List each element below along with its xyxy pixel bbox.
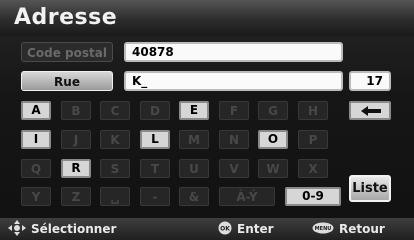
key-f[interactable]: F — [219, 101, 249, 120]
postal-code-button[interactable]: Code postal — [21, 42, 113, 62]
list-button[interactable]: Liste — [349, 175, 391, 202]
key-t[interactable]: T — [140, 159, 170, 178]
street-field[interactable]: K_ — [124, 71, 343, 91]
title-bar: Adresse — [0, 0, 414, 36]
key-p[interactable]: P — [298, 130, 328, 149]
key-y[interactable]: Y — [21, 187, 51, 206]
key-h[interactable]: H — [298, 101, 328, 120]
street-button[interactable]: Rue — [21, 71, 113, 91]
key-i[interactable]: I — [21, 130, 51, 149]
key-ampersand[interactable]: & — [179, 187, 209, 206]
key-j[interactable]: J — [61, 130, 91, 149]
key-r[interactable]: R — [61, 159, 91, 178]
joystick-icon — [8, 219, 26, 239]
key-k[interactable]: K — [100, 130, 130, 149]
backspace-button[interactable] — [349, 101, 391, 120]
key-s[interactable]: S — [100, 159, 130, 178]
key-e[interactable]: E — [179, 101, 209, 120]
key-space[interactable]: ␣ — [100, 187, 130, 206]
key-c[interactable]: C — [100, 101, 130, 120]
key-v[interactable]: V — [219, 159, 249, 178]
enter-hint-label: Enter — [237, 222, 274, 236]
select-hint: Sélectionner — [8, 219, 117, 239]
key-q[interactable]: Q — [21, 159, 51, 178]
postal-code-field[interactable]: 40878 — [124, 42, 343, 62]
key-z[interactable]: Z — [61, 187, 91, 206]
key-o[interactable]: O — [258, 130, 288, 149]
bottom-bar: Sélectionner OK Enter MENU Retour — [0, 218, 414, 240]
menu-button-icon: MENU — [312, 222, 334, 237]
key-u[interactable]: U — [179, 159, 209, 178]
key-hyphen[interactable]: - — [140, 187, 170, 206]
key-b[interactable]: B — [61, 101, 91, 120]
key-d[interactable]: D — [140, 101, 170, 120]
key-l[interactable]: L — [140, 130, 170, 149]
key-g[interactable]: G — [258, 101, 288, 120]
screen: Adresse Code postal 40878 Rue K_ 17 ABCD… — [0, 0, 414, 240]
key-n[interactable]: N — [219, 130, 249, 149]
enter-hint: OK Enter — [218, 221, 274, 237]
ok-button-icon: OK — [218, 221, 232, 238]
page-title: Adresse — [14, 5, 118, 30]
select-hint-label: Sélectionner — [31, 222, 117, 236]
key-w[interactable]: W — [258, 159, 288, 178]
result-count: 17 — [349, 71, 391, 91]
key-digits[interactable]: 0-9 — [285, 187, 341, 206]
ok-icon-text: OK — [220, 225, 230, 232]
key-a[interactable]: A — [21, 101, 51, 120]
return-hint-label: Retour — [339, 222, 385, 236]
key-x[interactable]: X — [298, 159, 328, 178]
key-accented[interactable]: À-Ý — [219, 187, 275, 206]
return-hint: MENU Retour — [312, 221, 385, 237]
key-m[interactable]: M — [179, 130, 209, 149]
menu-icon-text: MENU — [315, 226, 332, 232]
